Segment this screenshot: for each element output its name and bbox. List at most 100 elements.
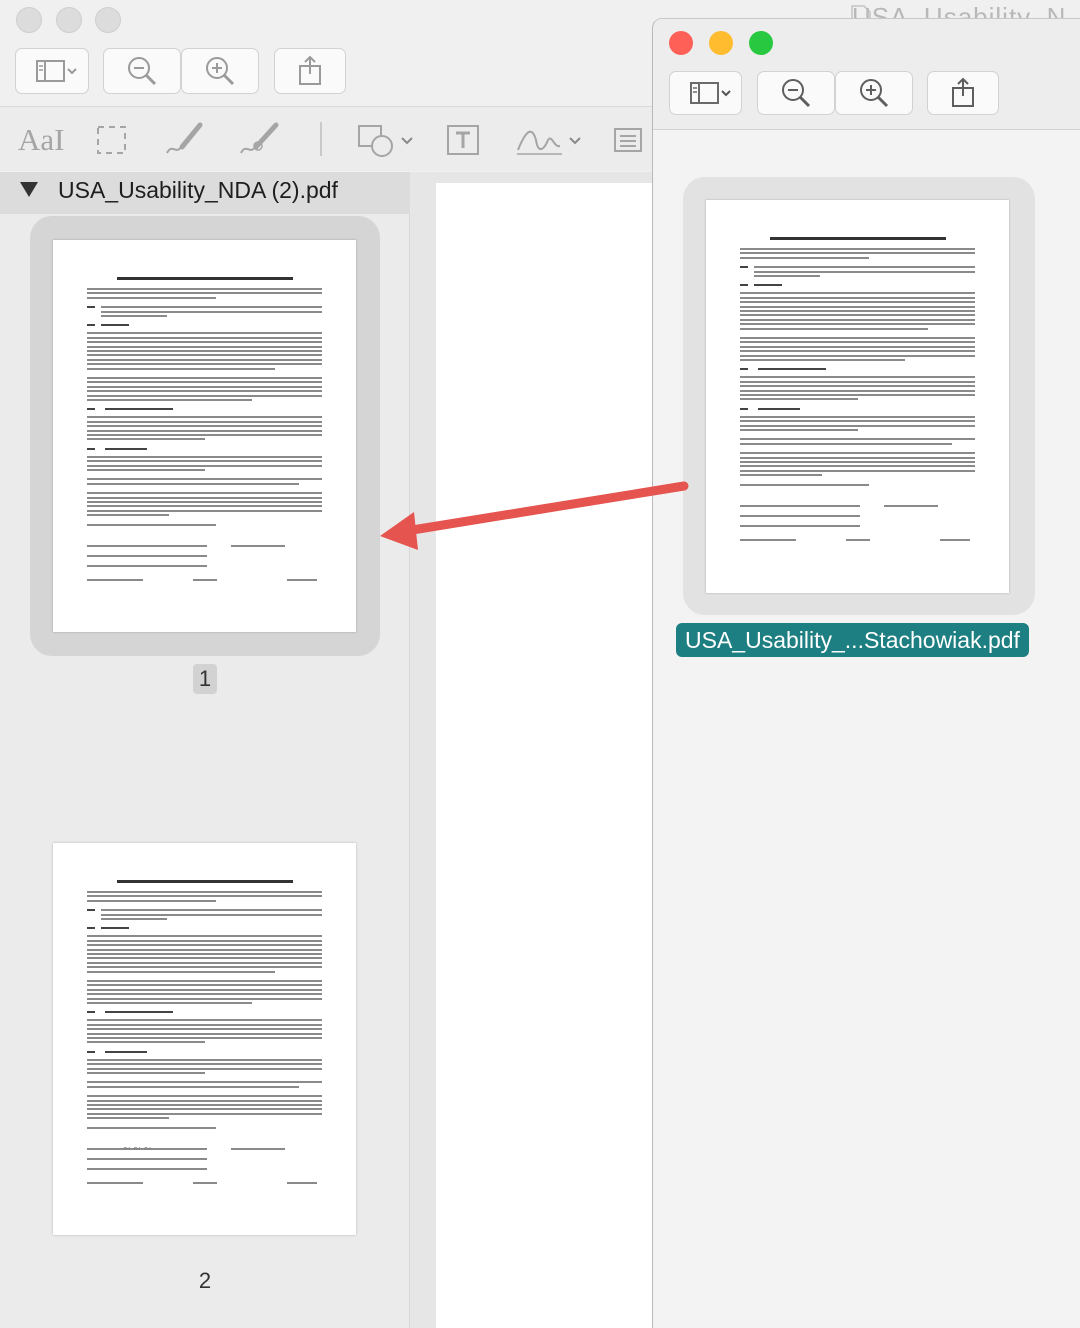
- page-thumbnail-1[interactable]: [53, 240, 356, 632]
- text-line: [740, 318, 975, 321]
- text-line: [105, 1050, 147, 1053]
- text-line: [105, 1011, 173, 1014]
- rectangular-selection-button[interactable]: [96, 118, 128, 162]
- text-line: [87, 899, 217, 902]
- text-line: [287, 579, 317, 581]
- text-line: [87, 927, 95, 930]
- text-line: [87, 1117, 170, 1120]
- text-line: [87, 980, 322, 982]
- sketch-button[interactable]: [164, 118, 206, 162]
- sidebar-icon: [36, 60, 77, 82]
- draw-button[interactable]: [238, 118, 284, 162]
- drag-arrow-icon: [380, 481, 689, 550]
- text-line: [87, 935, 322, 938]
- close-button[interactable]: [669, 31, 693, 55]
- text-line: [740, 452, 975, 455]
- text-line: [287, 1182, 317, 1184]
- text-line: [740, 469, 975, 472]
- text-line: [740, 337, 975, 339]
- text-line: [87, 354, 322, 357]
- text-line: [101, 909, 322, 912]
- zoom-out-button[interactable]: [757, 71, 835, 115]
- text-line: [87, 447, 95, 450]
- sidebar-toggle-button[interactable]: [15, 48, 89, 94]
- text-line: [87, 1072, 205, 1074]
- text-line: [87, 514, 170, 517]
- disclosure-triangle-icon[interactable]: [20, 182, 38, 197]
- text-line: [940, 539, 970, 541]
- share-button[interactable]: [927, 71, 999, 115]
- text-line: [87, 478, 322, 481]
- text-line: [740, 389, 975, 392]
- zoom-out-button[interactable]: [103, 48, 181, 94]
- text-line: [87, 455, 322, 458]
- text-line: [884, 505, 938, 507]
- form-filling-button[interactable]: [613, 118, 645, 162]
- text-line: [87, 1050, 95, 1053]
- text-style-button[interactable]: AaI: [18, 118, 64, 162]
- text-line: [87, 997, 322, 1000]
- zoom-in-button[interactable]: [181, 48, 259, 94]
- text-box-button[interactable]: [446, 118, 480, 162]
- text-line: [754, 284, 782, 287]
- zoom-in-icon: [206, 57, 235, 86]
- text-line: [740, 376, 975, 379]
- text-line: [87, 336, 322, 339]
- text-line: [740, 515, 860, 517]
- text-line: [740, 314, 975, 317]
- text-line: [87, 394, 322, 397]
- text-line: [101, 918, 168, 920]
- text-line: [87, 496, 322, 499]
- text-line: [87, 408, 95, 411]
- text-line: [87, 509, 322, 512]
- close-button-inactive[interactable]: [16, 7, 42, 33]
- text-line: [740, 248, 975, 250]
- page-thumbnail-2[interactable]: ~ ~ ~: [53, 843, 356, 1235]
- text-line: [740, 424, 975, 427]
- file-name-label[interactable]: USA_Usability_...Stachowiak.pdf: [676, 623, 1029, 657]
- text-line: [87, 1168, 207, 1170]
- text-line: [87, 1182, 143, 1184]
- zoom-button[interactable]: [749, 31, 773, 55]
- text-line: [740, 252, 975, 255]
- share-button[interactable]: [274, 48, 346, 94]
- text-line: [87, 492, 322, 495]
- text-line: [87, 891, 322, 893]
- text-line: [740, 461, 975, 463]
- sketch-icon: [166, 122, 203, 154]
- text-line: [740, 429, 858, 431]
- zoom-button-inactive[interactable]: [95, 7, 121, 33]
- document-page[interactable]: [436, 183, 652, 1328]
- zoom-in-button[interactable]: [835, 71, 913, 115]
- text-line: [87, 385, 322, 388]
- text-line: [770, 237, 946, 240]
- text-line: [87, 1085, 299, 1088]
- text-line: [87, 1112, 322, 1115]
- text-line: [231, 1148, 285, 1150]
- signature-button[interactable]: [514, 118, 588, 162]
- text-line: [87, 306, 95, 309]
- text-line: [87, 324, 95, 327]
- minimize-button-inactive[interactable]: [56, 7, 82, 33]
- signature-icon: [517, 130, 581, 155]
- minimize-button[interactable]: [709, 31, 733, 55]
- text-line: [846, 539, 870, 541]
- text-line: [87, 469, 205, 471]
- text-line: [87, 501, 322, 503]
- text-line: [740, 483, 870, 486]
- text-line: [87, 909, 95, 912]
- text-line: [101, 315, 168, 317]
- text-line: [87, 957, 322, 960]
- text-line: [87, 1081, 322, 1084]
- view-options-button[interactable]: [669, 71, 742, 115]
- text-line: [87, 363, 322, 366]
- text-line: [740, 354, 975, 357]
- text-line: [740, 350, 975, 353]
- text-line: [758, 368, 826, 371]
- shapes-button[interactable]: [356, 118, 420, 162]
- text-line: [101, 310, 322, 313]
- text-line: [87, 1058, 322, 1061]
- pdf-file-preview-icon[interactable]: [706, 200, 1009, 593]
- text-line: [87, 966, 322, 969]
- rectangular-selection-icon: [97, 126, 126, 154]
